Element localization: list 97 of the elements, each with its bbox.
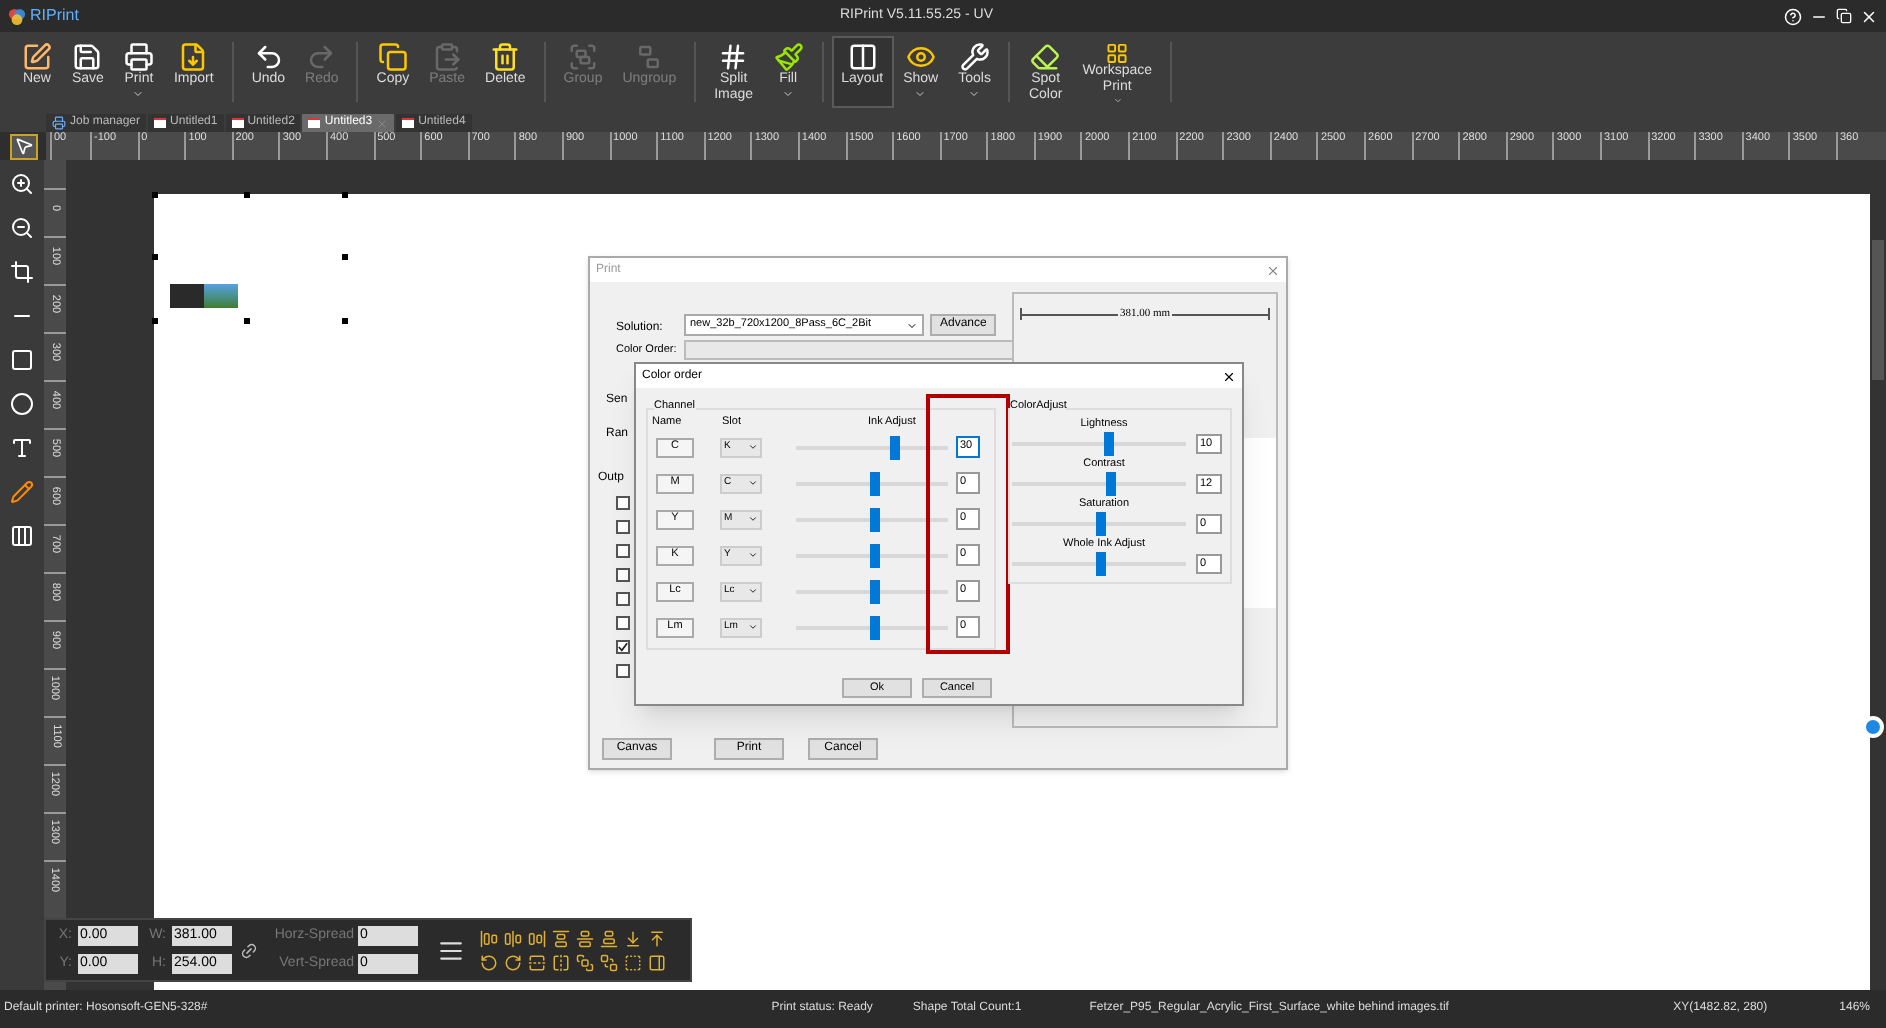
check-icon [618, 642, 628, 652]
assistant-icon[interactable] [1862, 716, 1884, 738]
align-top-icon[interactable] [552, 929, 570, 947]
tool-button[interactable] [6, 168, 38, 200]
copy-icon [377, 42, 408, 72]
checkbox[interactable] [616, 544, 630, 558]
align-center-icon[interactable] [504, 929, 522, 947]
slider-thumb[interactable] [889, 435, 900, 459]
checkbox[interactable] [616, 616, 630, 630]
download-box-icon [178, 42, 209, 72]
selection-handle[interactable] [342, 254, 348, 260]
selection-handle[interactable] [152, 254, 158, 260]
caret-icon [748, 442, 758, 452]
align-middle-icon[interactable] [576, 929, 594, 947]
caret-icon [748, 586, 758, 596]
document-icon [154, 118, 167, 128]
undo-icon [253, 42, 284, 72]
tool-button[interactable] [6, 344, 38, 376]
tool-button[interactable] [6, 388, 38, 420]
logo-icon [8, 7, 26, 25]
pencil-square-icon [22, 42, 52, 72]
selection-handle[interactable] [244, 318, 250, 324]
slider-thumb[interactable] [869, 471, 880, 495]
tool-button[interactable] [9, 133, 37, 159]
tool-button[interactable] [6, 256, 38, 288]
hash-grid-icon [718, 42, 749, 72]
slider-thumb[interactable] [869, 579, 880, 603]
slider-thumb[interactable] [1103, 432, 1114, 456]
restore-icon[interactable] [1836, 8, 1852, 24]
align-right-icon[interactable] [528, 929, 546, 947]
checkbox[interactable] [616, 568, 630, 582]
document-icon [308, 118, 321, 128]
eye-icon [905, 42, 936, 72]
flip-vertical-icon[interactable] [528, 953, 546, 971]
align-left-icon[interactable] [480, 929, 498, 947]
caret-icon [748, 550, 758, 560]
send-back-icon[interactable] [600, 953, 618, 971]
caret-icon [748, 478, 758, 488]
tool-button[interactable] [6, 212, 38, 244]
crop-icon [10, 260, 34, 284]
selection-handle[interactable] [342, 192, 348, 198]
pointer-icon [13, 136, 33, 156]
panel-icon[interactable] [648, 953, 666, 971]
checkbox[interactable] [616, 640, 630, 654]
lines-icon[interactable] [438, 937, 464, 963]
caret-icon [748, 622, 758, 632]
printer-icon [52, 116, 66, 130]
columns-icon [847, 42, 878, 72]
selection-handle[interactable] [152, 318, 158, 324]
caret-icon [906, 319, 918, 331]
arrow-down-icon[interactable] [624, 929, 642, 947]
slider-thumb[interactable] [869, 507, 880, 531]
selection-handle[interactable] [244, 192, 250, 198]
rotate-left-icon[interactable] [480, 953, 498, 971]
close-icon[interactable] [1222, 369, 1236, 383]
scrollbar[interactable] [1872, 240, 1884, 380]
zoom-out-icon [10, 216, 34, 240]
flip-horizontal-icon[interactable] [552, 953, 570, 971]
group-icon [568, 42, 598, 72]
selection-handle[interactable] [152, 192, 158, 198]
help-icon[interactable] [1784, 7, 1802, 25]
slider-thumb[interactable] [1095, 512, 1105, 536]
grid-icon [1102, 42, 1133, 65]
eraser-icon [1030, 42, 1061, 72]
slider-thumb[interactable] [869, 543, 880, 567]
photo-placeholder [170, 284, 238, 308]
selection-handle[interactable] [342, 318, 348, 324]
checkbox[interactable] [616, 520, 630, 534]
slider-thumb[interactable] [1095, 552, 1105, 576]
trash-icon [490, 42, 521, 72]
ungroup-icon [634, 42, 665, 72]
checkbox[interactable] [616, 496, 630, 510]
dashed-square-icon[interactable] [624, 953, 642, 971]
ellipse-icon [10, 392, 34, 416]
slider-thumb[interactable] [1105, 472, 1116, 496]
checkbox[interactable] [616, 664, 630, 678]
caret-icon [748, 514, 758, 524]
paintbrush-icon [773, 42, 804, 72]
checkbox[interactable] [616, 592, 630, 606]
app-name: RIPrint [30, 4, 79, 28]
pencil-icon [10, 480, 34, 504]
slider-thumb[interactable] [869, 615, 880, 639]
text-icon [10, 436, 34, 460]
rectangle-icon [10, 348, 34, 372]
document-icon [231, 118, 244, 128]
redo-icon [306, 42, 337, 72]
document-icon [402, 118, 415, 128]
wrench-icon [959, 42, 990, 72]
align-bottom-icon[interactable] [600, 929, 618, 947]
bring-front-icon[interactable] [576, 953, 594, 971]
panel-icon [10, 524, 34, 548]
rotate-right-icon[interactable] [504, 953, 522, 971]
zoom-in-icon [10, 172, 34, 196]
printer-icon [123, 42, 154, 72]
tool-button[interactable] [6, 520, 38, 552]
clipboard-icon [432, 42, 463, 72]
arrow-up-icon[interactable] [648, 929, 666, 947]
